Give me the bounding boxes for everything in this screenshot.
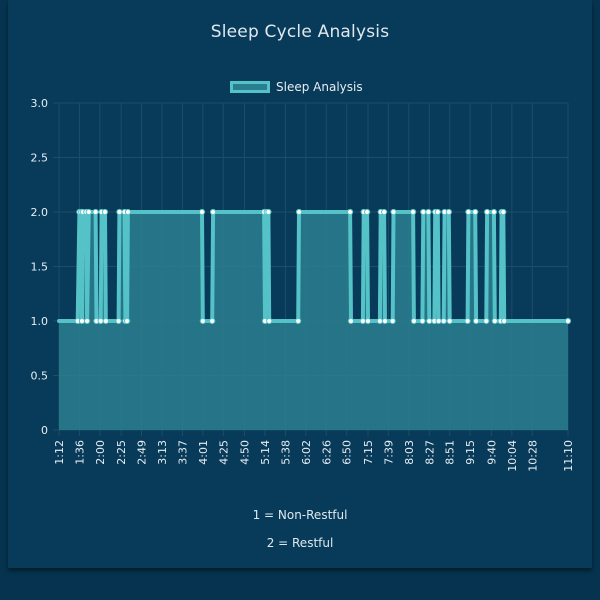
data-point [446, 317, 453, 325]
x-tick-label: 4:25 [217, 440, 230, 465]
x-tick-label: 4:01 [197, 440, 210, 465]
y-tick-label: 3.0 [31, 97, 49, 110]
x-tick-label: 4:50 [239, 440, 252, 465]
data-point [101, 208, 109, 216]
x-tick-label: 10:04 [506, 440, 519, 472]
y-tick-label: 0.5 [31, 370, 49, 383]
x-tick-label: 3:13 [156, 440, 169, 465]
data-point [209, 208, 217, 216]
data-point [381, 208, 388, 216]
data-point [420, 208, 427, 216]
note-non-restful: 1 = Non-Restful [252, 508, 348, 522]
data-point [425, 208, 432, 216]
data-point [295, 208, 303, 216]
x-tick-label: 7:39 [382, 440, 395, 465]
data-point [295, 317, 302, 325]
x-tick-label: 8:03 [403, 440, 416, 465]
data-point [347, 317, 355, 325]
x-tick-label: 8:51 [444, 440, 457, 465]
data-point [445, 208, 452, 216]
x-tick-label: 2:49 [136, 440, 149, 465]
x-tick-label: 10:28 [526, 440, 539, 472]
data-point [199, 317, 206, 325]
area-layer [59, 212, 568, 430]
data-point [464, 317, 471, 325]
data-point [435, 317, 442, 325]
data-point [123, 317, 131, 325]
data-point [115, 317, 122, 325]
y-tick-label: 1.0 [31, 315, 49, 328]
y-tick-label: 2.0 [31, 206, 49, 219]
data-point [564, 317, 572, 325]
data-point [116, 208, 123, 216]
series-area [59, 212, 568, 430]
x-tick-label: 11:10 [562, 440, 575, 472]
y-tick-label: 1.5 [31, 261, 49, 274]
data-point [85, 208, 92, 216]
x-tick-label: 9:40 [485, 440, 498, 465]
data-point [364, 317, 372, 325]
data-point [209, 317, 216, 325]
x-tick-label: 3:37 [176, 440, 189, 465]
x-tick-label: 6:50 [341, 440, 354, 465]
data-point [472, 208, 479, 216]
data-point [124, 208, 132, 216]
data-point [364, 208, 371, 216]
data-point [83, 317, 91, 325]
data-point [440, 317, 447, 325]
data-point [390, 208, 397, 216]
data-point [376, 317, 383, 325]
y-tick-label: 0 [41, 424, 48, 437]
y-tick-label: 2.5 [31, 152, 49, 165]
x-tick-label: 7:15 [362, 440, 375, 465]
data-point [490, 208, 498, 216]
data-point [347, 208, 354, 216]
data-point [472, 317, 480, 325]
data-point [491, 317, 498, 325]
data-point [419, 317, 426, 325]
x-tick-label: 5:14 [259, 440, 272, 465]
data-point [389, 317, 396, 325]
data-point [409, 208, 417, 216]
x-tick-label: 1:36 [73, 440, 86, 465]
data-point [102, 317, 109, 325]
data-point [483, 317, 490, 325]
data-point [266, 317, 273, 325]
data-point [426, 317, 433, 325]
x-tick-label: 1:12 [53, 440, 66, 465]
data-point [501, 317, 508, 325]
data-point [381, 317, 389, 325]
data-point [465, 208, 472, 216]
data-point [92, 208, 99, 216]
data-point [265, 208, 272, 216]
data-point [78, 317, 86, 325]
data-point [484, 208, 491, 216]
x-tick-label: 9:15 [464, 440, 477, 465]
data-point [359, 317, 366, 325]
x-tick-label: 5:38 [279, 440, 292, 465]
x-tick-label: 6:26 [320, 440, 333, 465]
data-point [198, 208, 206, 216]
data-point [500, 208, 507, 216]
data-point [97, 317, 104, 325]
data-point [410, 317, 418, 325]
x-tick-label: 8:27 [423, 440, 436, 465]
x-tick-label: 2:25 [115, 440, 128, 465]
data-point [434, 208, 441, 216]
note-restful: 2 = Restful [266, 536, 334, 550]
x-tick-label: 6:02 [300, 440, 313, 465]
x-tick-label: 2:00 [94, 440, 107, 465]
